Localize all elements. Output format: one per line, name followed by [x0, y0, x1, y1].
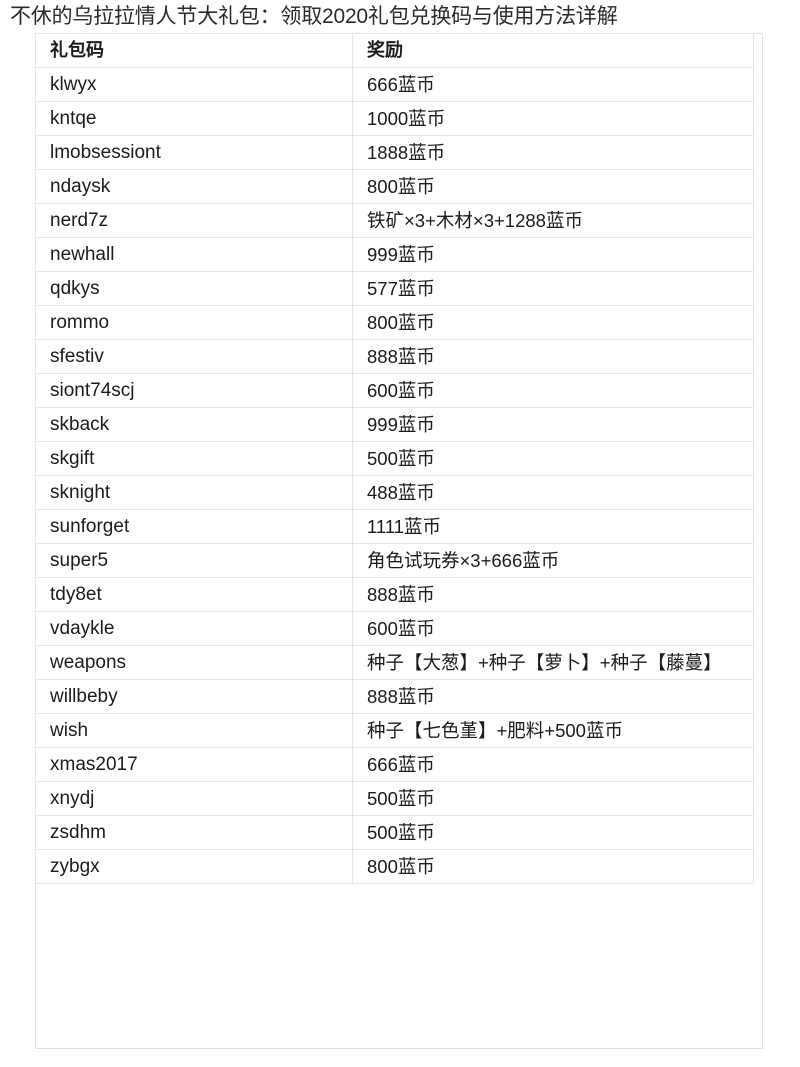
gift-code-cell: klwyx: [35, 67, 353, 102]
table-row: zybgx 800蓝币: [35, 849, 754, 884]
reward-cell: 600蓝币: [352, 373, 754, 408]
gift-code-cell: sfestiv: [35, 339, 353, 374]
reward-cell: 500蓝币: [352, 815, 754, 850]
gift-code-cell: lmobsessiont: [35, 135, 353, 170]
gift-code-cell: zsdhm: [35, 815, 353, 850]
reward-cell: 600蓝币: [352, 611, 754, 646]
gift-code-cell: skback: [35, 407, 353, 442]
reward-cell: 1000蓝币: [352, 101, 754, 136]
table-row: newhall 999蓝币: [35, 237, 754, 272]
gift-code-table: 礼包码 奖励 klwyx 666蓝币 kntqe 1000蓝币 lmobsessiont…: [35, 33, 754, 884]
table-row: sfestiv 888蓝币: [35, 339, 754, 374]
reward-cell: 800蓝币: [352, 169, 754, 204]
reward-cell: 999蓝币: [352, 407, 754, 442]
table-row: super5 角色试玩券×3+666蓝币: [35, 543, 754, 578]
gift-code-cell: super5: [35, 543, 353, 578]
gift-code-cell: zybgx: [35, 849, 353, 884]
reward-cell: 种子【七色堇】+肥料+500蓝币: [352, 713, 754, 748]
column-header-reward: 奖励: [352, 33, 754, 68]
reward-cell: 577蓝币: [352, 271, 754, 306]
gift-code-cell: nerd7z: [35, 203, 353, 238]
table-row: xnydj 500蓝币: [35, 781, 754, 816]
reward-cell: 500蓝币: [352, 781, 754, 816]
page-title: 不休的乌拉拉情人节大礼包：领取2020礼包兑换码与使用方法详解: [10, 5, 618, 28]
reward-cell: 1111蓝币: [352, 509, 754, 544]
gift-code-cell: sunforget: [35, 509, 353, 544]
table-row: siont74scj 600蓝币: [35, 373, 754, 408]
table-row: skgift 500蓝币: [35, 441, 754, 476]
reward-cell: 999蓝币: [352, 237, 754, 272]
table-row: willbeby 888蓝币: [35, 679, 754, 714]
gift-code-cell: wish: [35, 713, 353, 748]
gift-code-cell: kntqe: [35, 101, 353, 136]
reward-cell: 1888蓝币: [352, 135, 754, 170]
table-row: wish 种子【七色堇】+肥料+500蓝币: [35, 713, 754, 748]
table-header-row: 礼包码 奖励: [35, 33, 754, 68]
gift-code-cell: weapons: [35, 645, 353, 680]
table-row: sunforget 1111蓝币: [35, 509, 754, 544]
reward-cell: 铁矿×3+木材×3+1288蓝币: [352, 203, 754, 238]
reward-cell: 666蓝币: [352, 747, 754, 782]
table-row: qdkys 577蓝币: [35, 271, 754, 306]
table-row: zsdhm 500蓝币: [35, 815, 754, 850]
gift-code-cell: skgift: [35, 441, 353, 476]
table-row: skback 999蓝币: [35, 407, 754, 442]
table-body: klwyx 666蓝币 kntqe 1000蓝币 lmobsessiont 1888蓝币 n…: [35, 67, 754, 884]
table-row: tdy8et 888蓝币: [35, 577, 754, 612]
reward-cell: 800蓝币: [352, 849, 754, 884]
table-row: ndaysk 800蓝币: [35, 169, 754, 204]
reward-cell: 666蓝币: [352, 67, 754, 102]
reward-cell: 种子【大葱】+种子【萝卜】+种子【藤蔓】: [352, 645, 754, 680]
table-row: nerd7z 铁矿×3+木材×3+1288蓝币: [35, 203, 754, 238]
reward-cell: 888蓝币: [352, 679, 754, 714]
table-row: rommo 800蓝币: [35, 305, 754, 340]
gift-code-cell: tdy8et: [35, 577, 353, 612]
gift-code-cell: sknight: [35, 475, 353, 510]
gift-code-cell: xmas2017: [35, 747, 353, 782]
gift-code-cell: xnydj: [35, 781, 353, 816]
column-header-code: 礼包码: [35, 33, 353, 68]
table-row: xmas2017 666蓝币: [35, 747, 754, 782]
reward-cell: 角色试玩券×3+666蓝币: [352, 543, 754, 578]
reward-cell: 488蓝币: [352, 475, 754, 510]
table-header: 礼包码 奖励: [35, 33, 754, 68]
table-row: weapons 种子【大葱】+种子【萝卜】+种子【藤蔓】: [35, 645, 754, 680]
reward-cell: 888蓝币: [352, 339, 754, 374]
gift-code-cell: willbeby: [35, 679, 353, 714]
reward-cell: 500蓝币: [352, 441, 754, 476]
gift-code-cell: vdaykle: [35, 611, 353, 646]
gift-code-cell: ndaysk: [35, 169, 353, 204]
table-row: klwyx 666蓝币: [35, 67, 754, 102]
table-row: kntqe 1000蓝币: [35, 101, 754, 136]
gift-code-cell: newhall: [35, 237, 353, 272]
table-row: lmobsessiont 1888蓝币: [35, 135, 754, 170]
reward-cell: 800蓝币: [352, 305, 754, 340]
table-row: vdaykle 600蓝币: [35, 611, 754, 646]
gift-code-table-container: 礼包码 奖励 klwyx 666蓝币 kntqe 1000蓝币 lmobsessiont…: [35, 33, 754, 884]
gift-code-cell: rommo: [35, 305, 353, 340]
table-row: sknight 488蓝币: [35, 475, 754, 510]
gift-code-cell: siont74scj: [35, 373, 353, 408]
gift-code-cell: qdkys: [35, 271, 353, 306]
reward-cell: 888蓝币: [352, 577, 754, 612]
